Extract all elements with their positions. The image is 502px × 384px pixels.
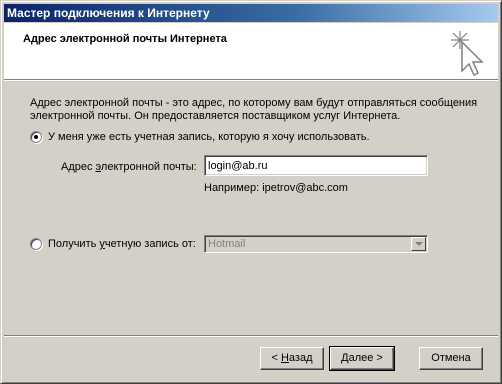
- description-text: Адрес электронной почты - это адрес, по …: [30, 97, 490, 123]
- title-bar[interactable]: Мастер подключения к Интернету: [4, 4, 498, 22]
- back-button[interactable]: < Назад: [260, 347, 324, 370]
- email-input[interactable]: [204, 155, 428, 176]
- provider-select-value: Hotmail: [208, 238, 246, 250]
- wizard-sparkle-cursor-icon: [451, 31, 484, 77]
- window-title: Мастер подключения к Интернету: [7, 6, 210, 20]
- next-button[interactable]: Далее >: [329, 346, 395, 371]
- chevron-down-icon[interactable]: [411, 237, 426, 251]
- description-line-2: электронной почты. Он предоставляется по…: [30, 110, 401, 122]
- description-line-1: Адрес электронной почты - это адрес, по …: [30, 97, 478, 109]
- header-divider: [4, 79, 498, 81]
- cancel-button[interactable]: Отмена: [419, 347, 483, 370]
- radio-button-checked[interactable]: [30, 131, 42, 143]
- wizard-header: Адрес электронной почты Интернета: [4, 23, 498, 79]
- email-field-label: Адрес электронной почты:: [61, 161, 197, 173]
- radio-existing-account[interactable]: У меня уже есть учетная запись, которую …: [30, 131, 370, 143]
- footer-divider: [4, 335, 498, 337]
- radio-get-account-label[interactable]: Получить учетную запись от:: [48, 238, 196, 250]
- email-example-hint: Например: ipetrov@abc.com: [204, 182, 348, 194]
- radio-existing-label[interactable]: У меня уже есть учетная запись, которую …: [48, 131, 370, 143]
- wizard-window: Мастер подключения к Интернету Адрес эле…: [0, 0, 502, 384]
- radio-button-unchecked[interactable]: [30, 238, 42, 250]
- provider-select[interactable]: Hotmail: [204, 235, 428, 253]
- radio-get-account[interactable]: Получить учетную запись от:: [30, 238, 196, 250]
- page-title: Адрес электронной почты Интернета: [23, 33, 227, 45]
